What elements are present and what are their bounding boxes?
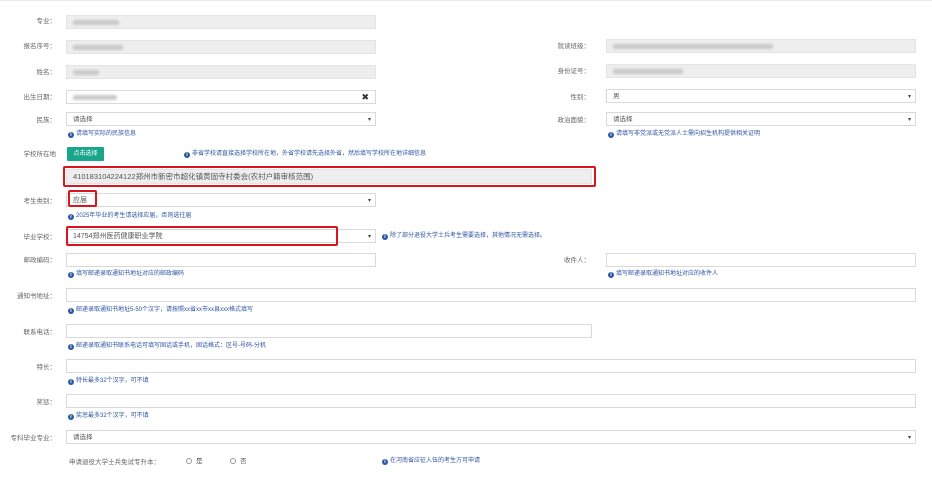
top-divider — [0, 0, 932, 1]
retired-soldier-hint: i 在河南省应征入伍的考生方可申请 — [382, 457, 480, 465]
nation-hint: i 请填写实际的民族信息 — [68, 130, 136, 138]
school-loc-label: 学校所在地 — [23, 151, 57, 158]
awards-label: 奖惩： — [36, 399, 57, 406]
info-icon: i — [68, 379, 74, 385]
gender-select[interactable]: 男 ▾ — [606, 89, 916, 103]
postcode-label: 邮政编码： — [23, 257, 57, 264]
chevron-down-icon: ▾ — [907, 117, 911, 123]
awards-input[interactable] — [66, 394, 916, 408]
exam-type-label: 考生类别： — [23, 198, 57, 205]
awards-hint: i 奖惩最多32个汉字，可不填 — [68, 412, 149, 420]
id-no-label: 身份证号： — [557, 68, 591, 75]
exam-type-select[interactable]: 应届 ▾ — [66, 193, 376, 207]
chevron-down-icon: ▾ — [907, 435, 911, 441]
major-field — [66, 15, 376, 29]
postcode-input[interactable] — [66, 253, 376, 267]
specialty-hint: i 特长最多32个汉字，可不填 — [68, 377, 149, 385]
address-input[interactable] — [66, 288, 916, 302]
name-field — [66, 65, 376, 79]
college-major-select[interactable]: 请选择 ▾ — [66, 430, 916, 444]
id-no-field — [606, 64, 916, 78]
info-icon: i — [184, 152, 190, 158]
radio-no-option[interactable]: 否 — [230, 458, 247, 466]
info-icon: i — [608, 272, 614, 278]
info-icon: i — [608, 132, 614, 138]
gender-label: 性别： — [570, 94, 591, 101]
grad-school-hint: i 除了部分退役大学士兵考生需要选择，其他情况无需选择。 — [382, 232, 546, 240]
reg-no-label: 报名序号： — [23, 43, 57, 50]
recipient-input[interactable] — [606, 253, 916, 267]
nation-label: 民族： — [36, 117, 57, 124]
clear-icon[interactable]: ✖ — [361, 92, 369, 103]
postcode-hint: i 填写邮递录取通知书地址对应的邮政编码 — [68, 270, 184, 278]
address-label: 通知书地址： — [17, 293, 56, 300]
radio-no[interactable] — [230, 458, 236, 464]
phone-label: 联系电话： — [23, 329, 57, 336]
phone-input[interactable] — [66, 324, 592, 338]
politics-label: 政治面貌： — [557, 117, 591, 124]
info-icon: i — [382, 459, 388, 465]
birth-date-input[interactable]: ✖ — [66, 90, 376, 104]
politics-hint: i 请填写非党派或无党派人士需向招生机构提供相关证明 — [608, 130, 760, 138]
phone-hint: i 邮递录取通知书联系电话可填写固话或手机，固话格式：区号-号码-分机 — [68, 342, 266, 350]
school-loc-hint: i 非省学校请直接选择学校所在地，外省学校请先选择外省，然后填写学校所在地详细信息 — [184, 150, 426, 158]
recipient-hint: i 填写邮递录取通知书地址对应的收件人 — [608, 270, 718, 278]
reg-no-field — [66, 40, 376, 54]
info-icon: i — [68, 344, 74, 350]
chevron-down-icon: ▾ — [907, 94, 911, 100]
info-icon: i — [382, 234, 388, 240]
exam-type-hint: i 2025年毕业的考生请选择应届，否则选往届 — [68, 212, 191, 220]
gender-value: 男 — [613, 93, 620, 100]
name-label: 姓名： — [36, 69, 57, 76]
radio-yes[interactable] — [186, 458, 192, 464]
class-field — [606, 39, 916, 53]
info-icon: i — [68, 414, 74, 420]
major-label: 专业： — [36, 18, 57, 25]
recipient-label: 收件人： — [564, 257, 590, 264]
politics-select[interactable]: 请选择 ▾ — [606, 112, 916, 126]
select-location-button[interactable]: 点击选择 — [67, 147, 104, 161]
politics-value: 请选择 — [613, 116, 633, 123]
birth-label: 出生日期： — [23, 94, 57, 101]
address-hint: i 邮递录取通知书地址5-50个汉字，请按照xx省xx市xx县xxx格式填写 — [68, 306, 253, 314]
radio-yes-option[interactable]: 是 — [186, 458, 203, 466]
specialty-input[interactable] — [66, 359, 916, 373]
info-icon: i — [68, 272, 74, 278]
chevron-down-icon: ▾ — [367, 117, 371, 123]
chevron-down-icon: ▾ — [367, 198, 371, 204]
class-label: 就读班级： — [557, 43, 591, 50]
info-icon: i — [68, 214, 74, 220]
nation-select-value: 请选择 — [73, 116, 93, 123]
chevron-down-icon: ▾ — [367, 234, 371, 240]
grad-school-label: 毕业学校： — [23, 234, 57, 241]
retired-soldier-label: 申请退役大学士兵免试专升本： — [69, 459, 160, 466]
nation-select[interactable]: 请选择 ▾ — [66, 112, 376, 126]
college-major-value: 请选择 — [73, 434, 93, 441]
highlight-exam-type — [68, 190, 97, 207]
college-major-label: 专科毕业专业： — [10, 435, 57, 442]
specialty-label: 特长： — [36, 364, 57, 371]
info-icon: i — [68, 132, 74, 138]
info-icon: i — [68, 308, 74, 314]
highlight-school-location — [63, 166, 596, 187]
highlight-grad-school — [66, 226, 338, 246]
